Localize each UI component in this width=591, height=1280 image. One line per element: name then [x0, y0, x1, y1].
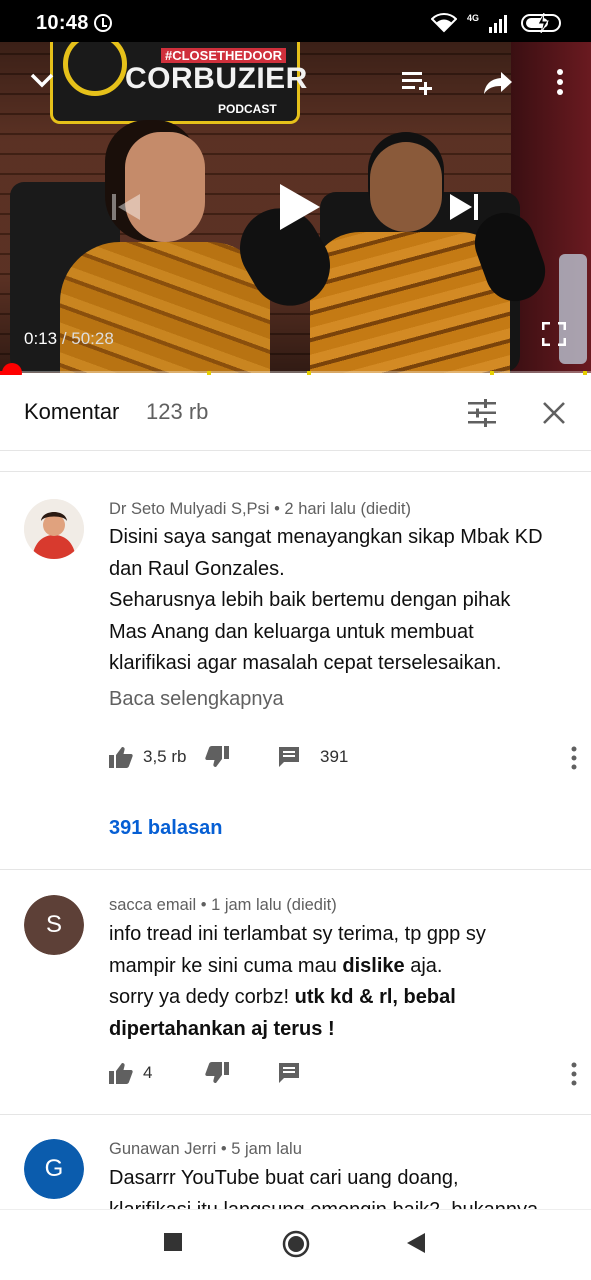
comments-header: Komentar 123 rb — [0, 375, 591, 451]
recents-icon[interactable] — [163, 1232, 183, 1257]
thumbs-up-icon — [109, 747, 133, 768]
like-button[interactable]: 4 — [109, 1062, 152, 1084]
sign-hashtag: #CLOSETHEDOOR — [161, 48, 287, 63]
dislike-button[interactable] — [205, 1062, 229, 1084]
avatar[interactable]: S — [24, 895, 84, 955]
comment-author[interactable]: Gunawan Jerri — [109, 1140, 216, 1158]
share-icon[interactable] — [483, 70, 513, 96]
reply-button[interactable]: 391 — [278, 746, 348, 768]
comment-line: Seharusnya lebih baik bertemu dengan pih… — [109, 589, 511, 611]
next-icon[interactable] — [448, 192, 480, 222]
time-separator: / — [57, 329, 72, 348]
minimize-chevron-icon[interactable] — [28, 66, 56, 94]
alarm-icon — [94, 14, 112, 32]
comment-timestamp: • 5 jam lalu — [216, 1140, 302, 1158]
like-count: 4 — [143, 1063, 153, 1082]
comment-text: Dasarrr YouTube buat cari uang doang, kl… — [109, 1163, 579, 1209]
comment-line: sorry ya dedy corbz! utk kd & rl, bebal — [109, 986, 456, 1008]
divider — [0, 471, 591, 472]
comment-actions: 3,5 rb 391 — [109, 746, 579, 776]
dislike-button[interactable] — [205, 746, 229, 768]
comment-line: dan Raul Gonzales. — [109, 557, 285, 580]
sign-brand: CORBUZIER — [125, 62, 308, 95]
video-bottle — [559, 254, 587, 364]
fullscreen-icon[interactable] — [542, 322, 566, 346]
sign-sub: PODCAST — [218, 102, 277, 116]
video-timestamp: 0:13 / 50:28 — [24, 329, 114, 349]
comment-text: info tread ini terlambat sy terima, tp g… — [109, 919, 579, 1045]
comment-meta: sacca email • 1 jam lalu (diedit) — [109, 896, 337, 915]
avatar[interactable]: G — [24, 1139, 84, 1199]
system-icons: 4G — [430, 12, 561, 34]
comment-line: dipertahankan aj terus ! — [109, 1017, 335, 1040]
add-to-playlist-icon[interactable] — [402, 70, 436, 96]
comment-actions: 4 — [109, 1062, 579, 1092]
reply-comment-icon — [279, 747, 299, 767]
thumbs-down-icon — [205, 746, 229, 767]
system-navigation-bar — [0, 1209, 591, 1280]
divider — [0, 869, 591, 870]
battery-charging-icon — [521, 13, 561, 33]
comment-line: klarifikasi agar masalah cepat terselesa… — [109, 652, 502, 674]
thumbs-down-icon — [205, 1062, 229, 1083]
sort-filter-icon[interactable] — [468, 399, 496, 432]
thumbs-up-icon — [109, 1063, 133, 1084]
previous-icon[interactable] — [110, 192, 142, 222]
comment-line: Mas Anang dan keluarga untuk membuat — [109, 620, 474, 643]
reply-count: 391 — [320, 747, 349, 766]
home-icon[interactable] — [282, 1230, 310, 1263]
avatar-letter: G — [24, 1139, 84, 1199]
view-replies-link[interactable]: 391 balasan — [109, 817, 222, 840]
comment-list[interactable]: Dr Seto Mulyadi S,Psi • 2 hari lalu (die… — [0, 451, 591, 1209]
read-more-link[interactable]: Baca selengkapnya — [109, 688, 284, 711]
comment-line: mampir ke sini cuma mau dislike aja. — [109, 954, 443, 977]
video-player[interactable]: #CLOSETHEDOOR CORBUZIER PODCAST 0:13 / 5… — [0, 42, 591, 373]
status-bar: 10:48 4G — [0, 0, 591, 42]
comment-line: klarifikasi itu langsung omongin baik2, … — [109, 1195, 579, 1210]
comment-line: info tread ini terlambat sy terima, tp g… — [109, 923, 486, 945]
comment-more-icon[interactable] — [571, 1062, 577, 1091]
podcast-sign: #CLOSETHEDOOR CORBUZIER PODCAST — [50, 42, 307, 124]
wifi-icon — [430, 13, 457, 33]
video-duration: 50:28 — [71, 329, 114, 348]
comment-line: Dasarrr YouTube buat cari uang doang, — [109, 1167, 459, 1189]
like-button[interactable]: 3,5 rb — [109, 746, 186, 768]
comment-meta: Gunawan Jerri • 5 jam lalu — [109, 1140, 302, 1159]
podcast-logo — [63, 42, 127, 96]
comment-timestamp: • 1 jam lalu (diedit) — [196, 896, 337, 914]
comment-meta: Dr Seto Mulyadi S,Psi • 2 hari lalu (die… — [109, 500, 411, 519]
clock: 10:48 — [36, 12, 89, 34]
back-icon[interactable] — [406, 1232, 426, 1259]
like-count: 3,5 rb — [143, 747, 187, 766]
comments-title: Komentar — [24, 399, 120, 424]
comment-author[interactable]: Dr Seto Mulyadi S,Psi — [109, 500, 269, 518]
reply-button[interactable] — [278, 1062, 300, 1084]
play-icon[interactable] — [278, 182, 322, 232]
network-type: 4G — [466, 13, 479, 23]
comments-count: 123 rb — [146, 399, 209, 424]
close-icon[interactable] — [542, 401, 566, 430]
avatar[interactable] — [24, 499, 84, 559]
reply-comment-icon — [279, 1063, 299, 1083]
comment-line: Disini saya sangat menayangkan sikap Mba… — [109, 526, 543, 548]
signal-icon — [489, 15, 507, 33]
avatar-letter: S — [24, 895, 84, 955]
divider — [0, 1114, 591, 1115]
comment-more-icon[interactable] — [571, 746, 577, 775]
video-more-icon[interactable] — [556, 68, 564, 96]
comment-text: Disini saya sangat menayangkan sikap Mba… — [109, 522, 579, 680]
comment-author[interactable]: sacca email — [109, 896, 196, 914]
current-time: 0:13 — [24, 329, 58, 348]
comment-timestamp: • 2 hari lalu (diedit) — [269, 500, 411, 518]
